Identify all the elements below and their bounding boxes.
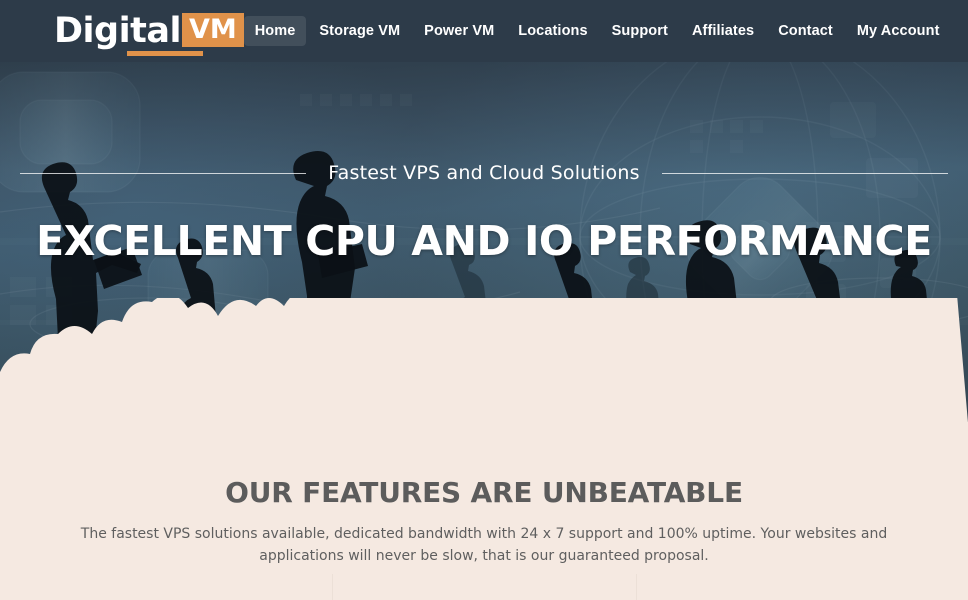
nav-item-contact[interactable]: Contact <box>767 16 844 46</box>
logo-word: Digital <box>54 11 181 51</box>
features-section: OUR FEATURES ARE UNBEATABLE The fastest … <box>0 422 968 600</box>
hero-rule-right <box>661 172 948 174</box>
cloud-divider <box>0 298 968 422</box>
site-header: Digital VM Home Storage VM Power VM Loca… <box>0 0 968 62</box>
nav-item-support[interactable]: Support <box>601 16 679 46</box>
hero-subtitle: Fastest VPS and Cloud Solutions <box>328 162 640 184</box>
nav-item-my-account[interactable]: My Account <box>846 16 951 46</box>
logo-underline-bar <box>127 51 203 56</box>
nav-item-home[interactable]: Home <box>243 16 307 46</box>
feature-column-dividers <box>0 574 968 600</box>
page-root: Digital VM Home Storage VM Power VM Loca… <box>0 0 968 600</box>
hero-headline: EXCELLENT CPU AND IO PERFORMANCE <box>36 217 932 265</box>
nav-item-storage-vm[interactable]: Storage VM <box>308 16 411 46</box>
hero-banner: Fastest VPS and Cloud Solutions EXCELLEN… <box>0 62 968 422</box>
feature-divider-1 <box>332 574 333 600</box>
feature-divider-2 <box>636 574 637 600</box>
site-logo[interactable]: Digital VM <box>54 13 244 49</box>
features-heading: OUR FEATURES ARE UNBEATABLE <box>225 476 743 509</box>
nav-item-locations[interactable]: Locations <box>507 16 598 46</box>
features-description: The fastest VPS solutions available, ded… <box>80 526 888 564</box>
hero-rule-left <box>20 172 307 174</box>
nav-item-power-vm[interactable]: Power VM <box>413 16 505 46</box>
main-navigation: Home Storage VM Power VM Locations Suppo… <box>243 16 951 46</box>
nav-item-affiliates[interactable]: Affiliates <box>681 16 765 46</box>
hero-subtitle-row: Fastest VPS and Cloud Solutions <box>0 162 968 184</box>
logo-badge-vm: VM <box>181 13 244 47</box>
